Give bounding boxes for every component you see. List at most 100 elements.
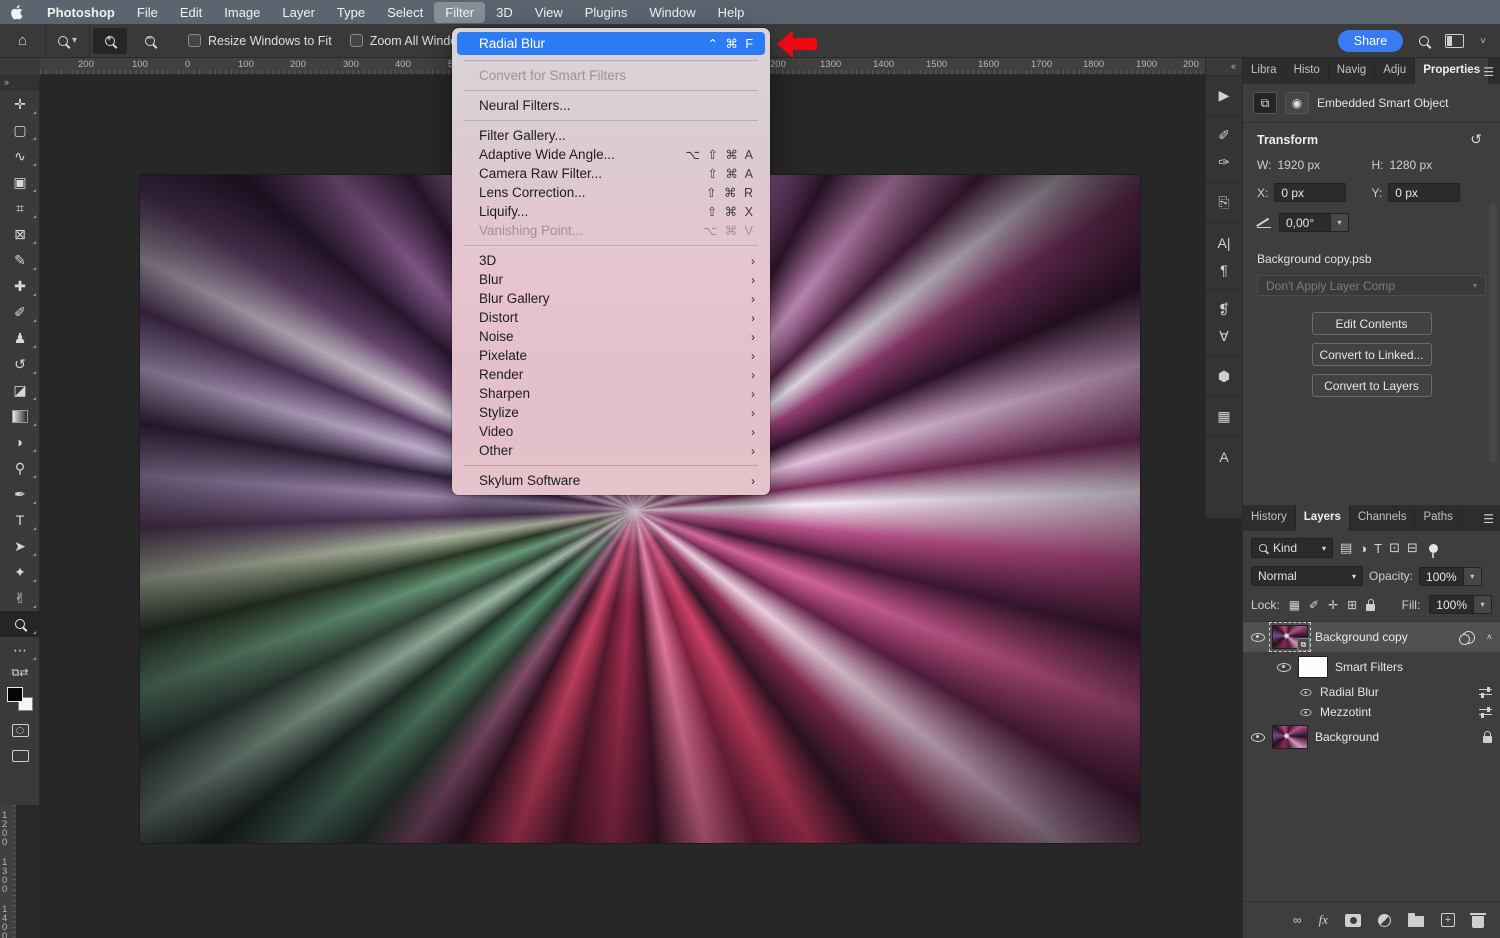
filter-menu-item-pixelate[interactable]: Pixelate› [457,346,765,365]
filter-menu-item-sharpen[interactable]: Sharpen› [457,384,765,403]
menu-filter[interactable]: Filter [434,2,485,23]
history-brush-tool[interactable]: ↺ [0,351,40,377]
smart-filter-toggle-icon[interactable] [1462,631,1475,644]
mask-filter-button[interactable]: ◉ [1285,92,1309,114]
y-input[interactable]: 0 px [1388,183,1460,202]
filter-menu-item-video[interactable]: Video› [457,422,765,441]
more-tools[interactable]: ⋯ [0,637,40,663]
menu-image[interactable]: Image [213,2,271,23]
dodge-tool[interactable]: ⚲ [0,455,40,481]
patterns-panel-icon[interactable]: ▦ [1206,403,1242,430]
filter-menu-item-camera-raw-filter[interactable]: Camera Raw Filter...⇧ ⌘ A [457,164,765,183]
filter-options-icon[interactable] [1479,688,1492,697]
filter-menu-item-blur[interactable]: Blur› [457,270,765,289]
menu-plugins[interactable]: Plugins [574,2,639,23]
menu-type[interactable]: Type [326,2,376,23]
delete-layer-icon[interactable] [1472,916,1484,928]
opacity-dropdown[interactable]: ▾ [1464,567,1482,586]
lasso-tool[interactable]: ∿ [0,143,40,169]
filter-menu-item-3d[interactable]: 3D› [457,251,765,270]
menu-view[interactable]: View [524,2,574,23]
filter-smart-objects-icon[interactable]: ⊟ [1407,540,1418,556]
zoom-out-button[interactable] [133,28,167,54]
lock-transparency-icon[interactable]: ▦ [1289,598,1300,612]
new-layer-icon[interactable]: + [1441,913,1455,927]
menu-3d[interactable]: 3D [485,2,524,23]
filter-pixel-layers-icon[interactable]: ▤ [1340,540,1352,556]
tab-properties[interactable]: Properties [1415,58,1489,84]
angle-input[interactable]: 0,00° [1279,213,1331,232]
collapse-filters-chevron[interactable]: ˄ [1487,632,1492,642]
menu-window[interactable]: Window [638,2,706,23]
menu-layer[interactable]: Layer [271,2,326,23]
healing-brush-tool[interactable]: ✚ [0,273,40,299]
filter-menu-item-radial-blur[interactable]: Radial Blur⌃ ⌘ F [457,32,765,55]
brush-tool[interactable]: ✐ [0,299,40,325]
filter-menu-item-blur-gallery[interactable]: Blur Gallery› [457,289,765,308]
blur-tool[interactable]: ◗ [0,429,40,455]
tab-paths[interactable]: Paths [1415,505,1461,531]
reset-transform-icon[interactable]: ↺ [1470,131,1482,148]
layer-row-background[interactable]: Background [1243,722,1500,752]
apple-menu[interactable] [0,5,34,20]
opacity-input[interactable]: 100% [1419,567,1464,586]
brush-settings-panel-icon[interactable]: ✐ [1206,122,1242,149]
eraser-tool[interactable]: ◪ [0,377,40,403]
visibility-eye-icon[interactable] [1277,663,1291,672]
clone-stamp-tool[interactable]: ♟ [0,325,40,351]
path-selection-tool[interactable]: ➤ [0,533,40,559]
filter-menu-item-liquify[interactable]: Liquify...⇧ ⌘ X [457,202,765,221]
visibility-eye-icon[interactable] [1300,708,1311,715]
character-panel-icon[interactable]: A| [1206,229,1242,256]
zoom-in-button[interactable] [93,28,127,54]
filter-menu-item-render[interactable]: Render› [457,365,765,384]
home-icon[interactable]: ⌂ [0,24,46,57]
pen-tool[interactable]: ✒ [0,481,40,507]
zoom-tool-preset[interactable]: ▾ [46,24,90,57]
chevron-down-icon[interactable]: ˅ [1480,36,1486,47]
menu-file[interactable]: File [126,2,169,23]
lock-position-icon[interactable]: ✛ [1328,598,1338,612]
lock-all-icon[interactable] [1366,604,1375,611]
foreground-color[interactable] [7,687,23,702]
layer-filter-row-mezzotint[interactable]: Mezzotint [1243,702,1500,722]
layer-thumbnail[interactable] [1272,725,1308,749]
filter-mask-thumbnail[interactable] [1298,656,1328,678]
menu-photoshop[interactable]: Photoshop [34,2,126,23]
filter-adjustment-layers-icon[interactable]: ◑ [1359,541,1367,556]
properties-scrollbar[interactable] [1489,203,1497,463]
toolbar-collapse[interactable]: » [0,75,39,91]
blend-mode-select[interactable]: Normal▾ [1251,566,1363,586]
tab-navig[interactable]: Navig [1329,58,1375,84]
convert-to-linked-button[interactable]: Convert to Linked... [1312,343,1432,366]
panel-menu-icon[interactable]: ☰ [1483,65,1494,79]
layer-row-background-copy[interactable]: ⧉Background copy˄ [1243,622,1500,652]
fill-input[interactable]: 100% [1429,595,1474,614]
type-tool[interactable]: T [0,507,40,533]
dock-collapse[interactable]: « [1206,58,1242,75]
x-input[interactable]: 0 px [1274,183,1346,202]
tab-adju[interactable]: Adju [1375,58,1415,84]
layer-row-smart-filters[interactable]: Smart Filters [1243,652,1500,682]
move-tool[interactable]: ✛ [0,91,40,117]
frame-tool[interactable]: ⊠ [0,221,40,247]
visibility-eye-icon[interactable] [1251,733,1265,742]
lock-pixels-icon[interactable]: ✐ [1309,598,1319,612]
filter-menu-item-stylize[interactable]: Stylize› [457,403,765,422]
brushes-panel-icon[interactable]: ✑ [1206,149,1242,176]
filter-menu-item-skylum-software[interactable]: Skylum Software› [457,471,765,490]
hand-tool[interactable]: ✌ [0,585,40,611]
filter-shape-layers-icon[interactable]: ⊡ [1389,540,1400,556]
tab-channels[interactable]: Channels [1350,505,1416,531]
fill-dropdown[interactable]: ▾ [1474,595,1492,614]
menu-select[interactable]: Select [376,2,434,23]
eyedropper-tool[interactable]: ✎ [0,247,40,273]
object-selection-tool[interactable]: ▣ [0,169,40,195]
resize-windows-checkbox[interactable]: Resize Windows to Fit [188,34,332,48]
filter-menu-item-noise[interactable]: Noise› [457,327,765,346]
tab-histo[interactable]: Histo [1286,58,1329,84]
filter-menu-item-other[interactable]: Other› [457,441,765,460]
checkbox-box[interactable] [188,34,201,47]
tab-layers[interactable]: Layers [1296,505,1350,531]
screen-mode-button[interactable] [0,743,40,769]
